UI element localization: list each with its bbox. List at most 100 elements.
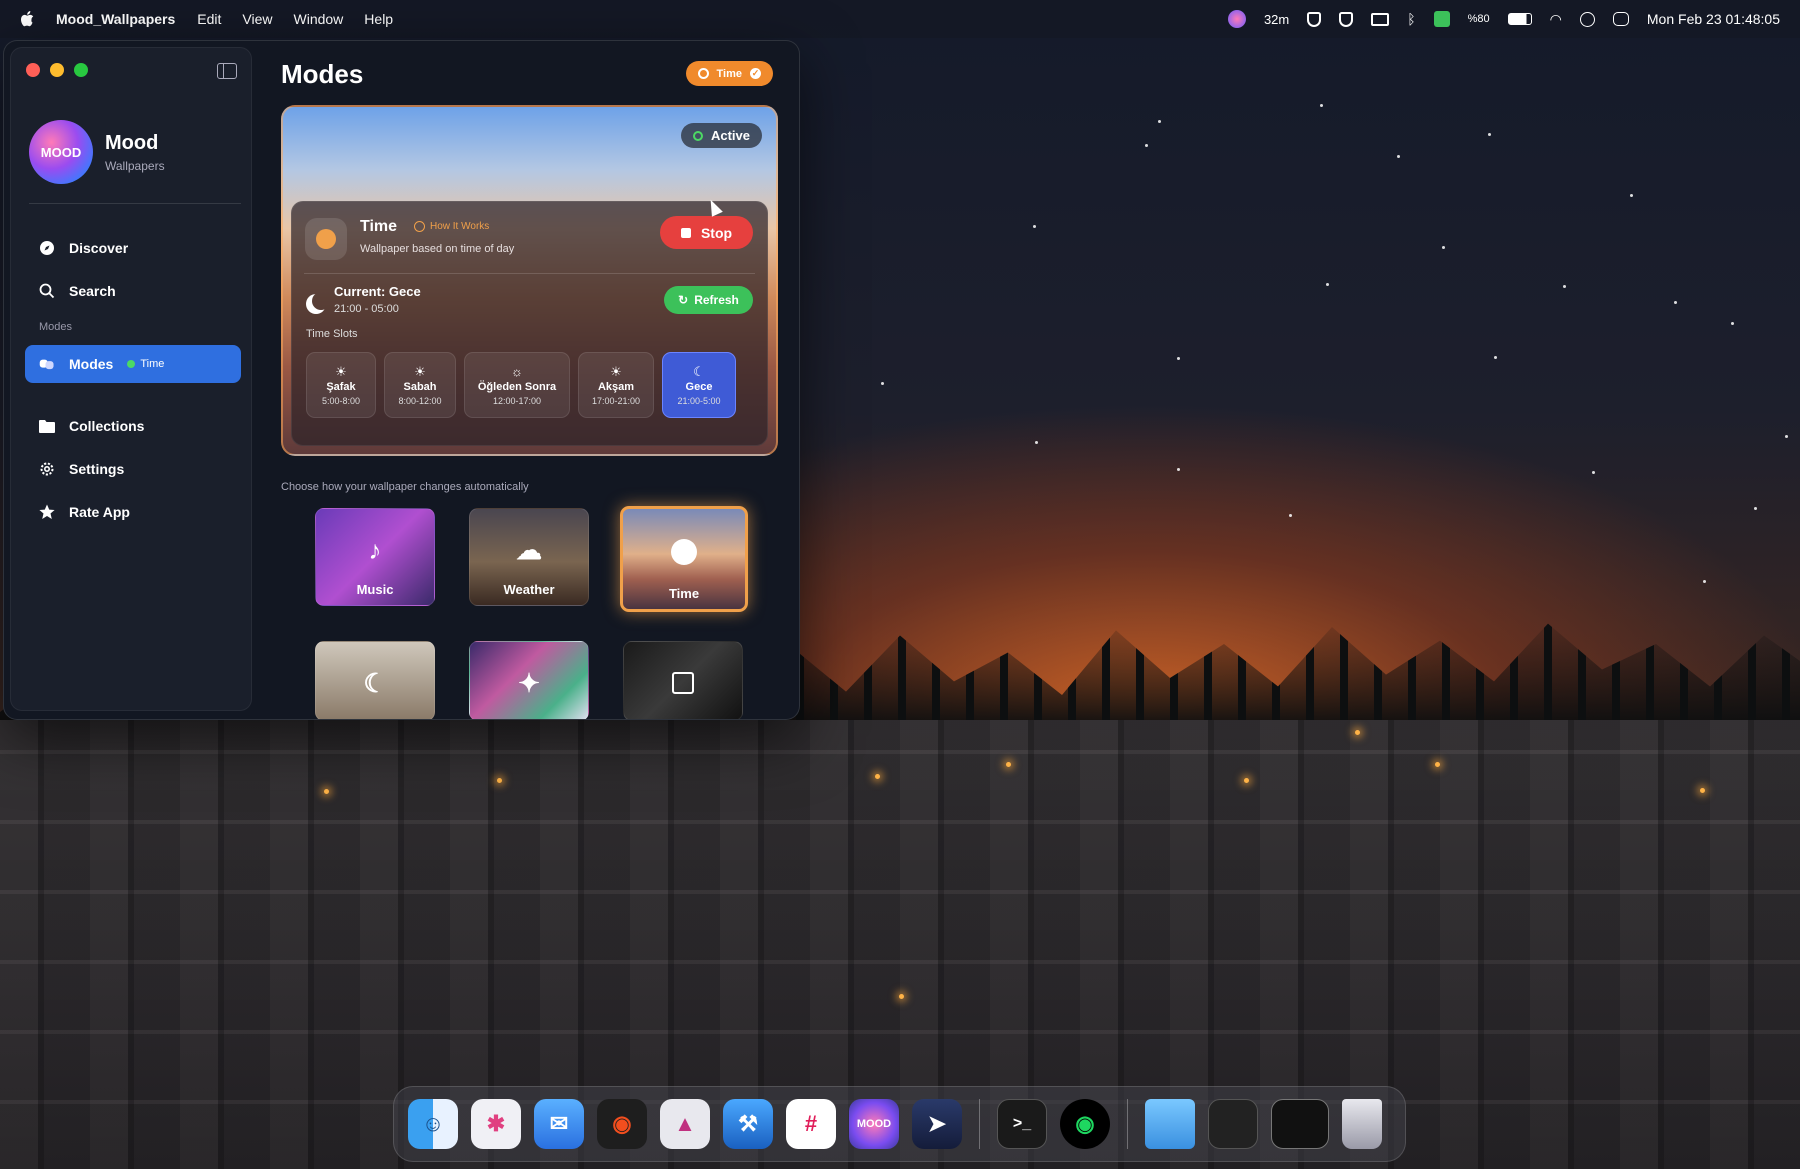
mode-card-system[interactable] — [623, 641, 743, 719]
timer-status[interactable]: 32m — [1264, 12, 1289, 27]
clock-icon — [697, 68, 709, 79]
active-mode-pill[interactable]: Time ✓ — [685, 61, 773, 86]
dock-terminal[interactable]: >_ — [997, 1099, 1047, 1149]
mode-card-ai[interactable]: ✦ — [469, 641, 589, 719]
sun-icon: ☼ — [511, 363, 523, 379]
compass-icon — [39, 240, 55, 256]
stop-icon — [680, 227, 691, 238]
active-mode-badge: Time — [127, 358, 164, 370]
dock-screenshot[interactable] — [1208, 1099, 1258, 1149]
brand-subtitle: Wallpapers — [105, 158, 165, 173]
sidebar-toggle-icon[interactable] — [217, 63, 237, 79]
dock-spotify[interactable]: ◉ — [1060, 1099, 1110, 1149]
battery-percent[interactable]: %80 — [1468, 13, 1490, 25]
brand-name: Mood — [105, 131, 159, 154]
sidebar-item-label: Collections — [69, 418, 145, 434]
refresh-button[interactable]: ↻ Refresh — [664, 286, 753, 314]
status-dot-icon — [692, 130, 703, 141]
sidebar-item-collections[interactable]: Collections — [25, 407, 241, 445]
stop-button[interactable]: Stop — [660, 216, 753, 249]
mode-card-weather[interactable]: ☁ Weather — [469, 508, 589, 606]
dock-figma[interactable]: ◉ — [597, 1099, 647, 1149]
menu-help[interactable]: Help — [364, 11, 393, 27]
dock-mail[interactable]: ✉ — [534, 1099, 584, 1149]
mode-card-music[interactable]: ♪ Music — [315, 508, 435, 606]
sidebar-item-rate-app[interactable]: Rate App — [25, 493, 241, 531]
cloud-sun-icon: ☁ — [516, 535, 542, 565]
music-note-icon: ♪ — [368, 535, 382, 565]
dock-finder[interactable]: ☺ — [408, 1099, 458, 1149]
mood-status-icon[interactable] — [1227, 10, 1246, 28]
dock-separator — [1127, 1099, 1128, 1149]
display-icon[interactable] — [1371, 12, 1390, 26]
status-dot-icon — [127, 360, 136, 368]
sparkle-icon: ✦ — [518, 668, 540, 698]
mode-title: Time — [360, 218, 398, 235]
close-button[interactable] — [26, 63, 40, 77]
wifi-icon[interactable]: ◠ — [1550, 11, 1562, 28]
vpn-shield-icon[interactable] — [1339, 11, 1354, 27]
menu-view[interactable]: View — [242, 11, 272, 27]
sidebar-item-discover[interactable]: Discover — [25, 229, 241, 267]
battery-icon[interactable] — [1507, 13, 1532, 25]
dock-slack[interactable]: # — [786, 1099, 836, 1149]
dock-mood[interactable]: MOOD — [849, 1099, 899, 1149]
time-slot-aksam[interactable]: ☀ Akşam 17:00-21:00 — [578, 352, 654, 418]
dock: ☺ ✱ ✉ ◉ ▲ ⚒ # MOOD ➤ >_ ◉ — [393, 1086, 1406, 1162]
cpu-icon — [672, 672, 694, 694]
page-title: Modes — [281, 59, 364, 89]
dock-xcode[interactable]: ⚒ — [723, 1099, 773, 1149]
clock-icon — [305, 218, 347, 260]
bluetooth-icon[interactable]: ᛒ — [1407, 11, 1415, 27]
trash-icon[interactable] — [1342, 1099, 1382, 1149]
sidebar-item-label: Settings — [69, 461, 125, 477]
zoom-button[interactable] — [74, 63, 88, 77]
mode-card-idle[interactable]: ☾ — [315, 641, 435, 719]
sidebar-item-settings[interactable]: Settings — [25, 450, 241, 488]
dock-proxyman[interactable]: ➤ — [912, 1099, 962, 1149]
shield-icon[interactable] — [1307, 11, 1322, 27]
clock-datetime[interactable]: Mon Feb 23 01:48:05 — [1647, 11, 1780, 27]
play-circle-icon[interactable] — [1579, 11, 1595, 27]
control-center-icon[interactable] — [1612, 12, 1629, 26]
how-it-works-link[interactable]: How It Works — [414, 221, 489, 232]
question-icon — [414, 221, 425, 232]
menu-edit[interactable]: Edit — [197, 11, 221, 27]
brand: MOOD Mood Wallpapers — [29, 120, 165, 184]
time-slot-ogleden-sonra[interactable]: ☼ Öğleden Sonra 12:00-17:00 — [464, 352, 570, 418]
sidebar-section-label: Modes — [39, 321, 73, 333]
sidebar-item-label: Rate App — [69, 504, 130, 520]
time-slot-sabah[interactable]: ☀ Sabah 8:00-12:00 — [384, 352, 456, 418]
minimize-button[interactable] — [50, 63, 64, 77]
dock-downloads-folder[interactable] — [1145, 1099, 1195, 1149]
mode-description: Wallpaper based on time of day — [360, 243, 515, 255]
moon-icon: ☾ — [693, 363, 705, 379]
sunrise-icon: ☀ — [335, 363, 347, 379]
active-mode-hero: Active Time How It Works Wallpaper based… — [281, 105, 778, 456]
masks-icon — [39, 356, 55, 372]
time-slot-safak[interactable]: ☀ Şafak 5:00-8:00 — [306, 352, 376, 418]
star-icon — [39, 504, 55, 520]
current-slot-range: 21:00 - 05:00 — [334, 303, 399, 315]
clock-icon — [671, 539, 697, 565]
app-name-menu[interactable]: Mood_Wallpapers — [56, 11, 175, 27]
dock-launchpad[interactable]: ✱ — [471, 1099, 521, 1149]
sidebar-item-modes[interactable]: Modes Time — [25, 345, 241, 383]
sunrise-icon: ☀ — [414, 363, 426, 379]
current-slot-title: Current: Gece — [334, 284, 421, 299]
sidebar-item-search[interactable]: Search — [25, 272, 241, 310]
dock-separator — [979, 1099, 980, 1149]
dock-window-preview[interactable] — [1271, 1099, 1329, 1149]
apple-icon[interactable] — [20, 11, 34, 27]
sunset-icon: ☀ — [610, 363, 622, 379]
sidebar-divider — [29, 203, 241, 204]
mood-logo: MOOD — [29, 120, 93, 184]
window-controls — [26, 63, 88, 77]
menu-window[interactable]: Window — [294, 11, 344, 27]
mode-card-time[interactable]: Time — [620, 506, 748, 612]
app-status-icon[interactable] — [1433, 11, 1450, 27]
dock-affinity[interactable]: ▲ — [660, 1099, 710, 1149]
app-window: MOOD Mood Wallpapers Discover Search Mod… — [3, 40, 800, 720]
sidebar: MOOD Mood Wallpapers Discover Search Mod… — [10, 47, 252, 711]
time-slot-gece[interactable]: ☾ Gece 21:00-5:00 — [662, 352, 736, 418]
